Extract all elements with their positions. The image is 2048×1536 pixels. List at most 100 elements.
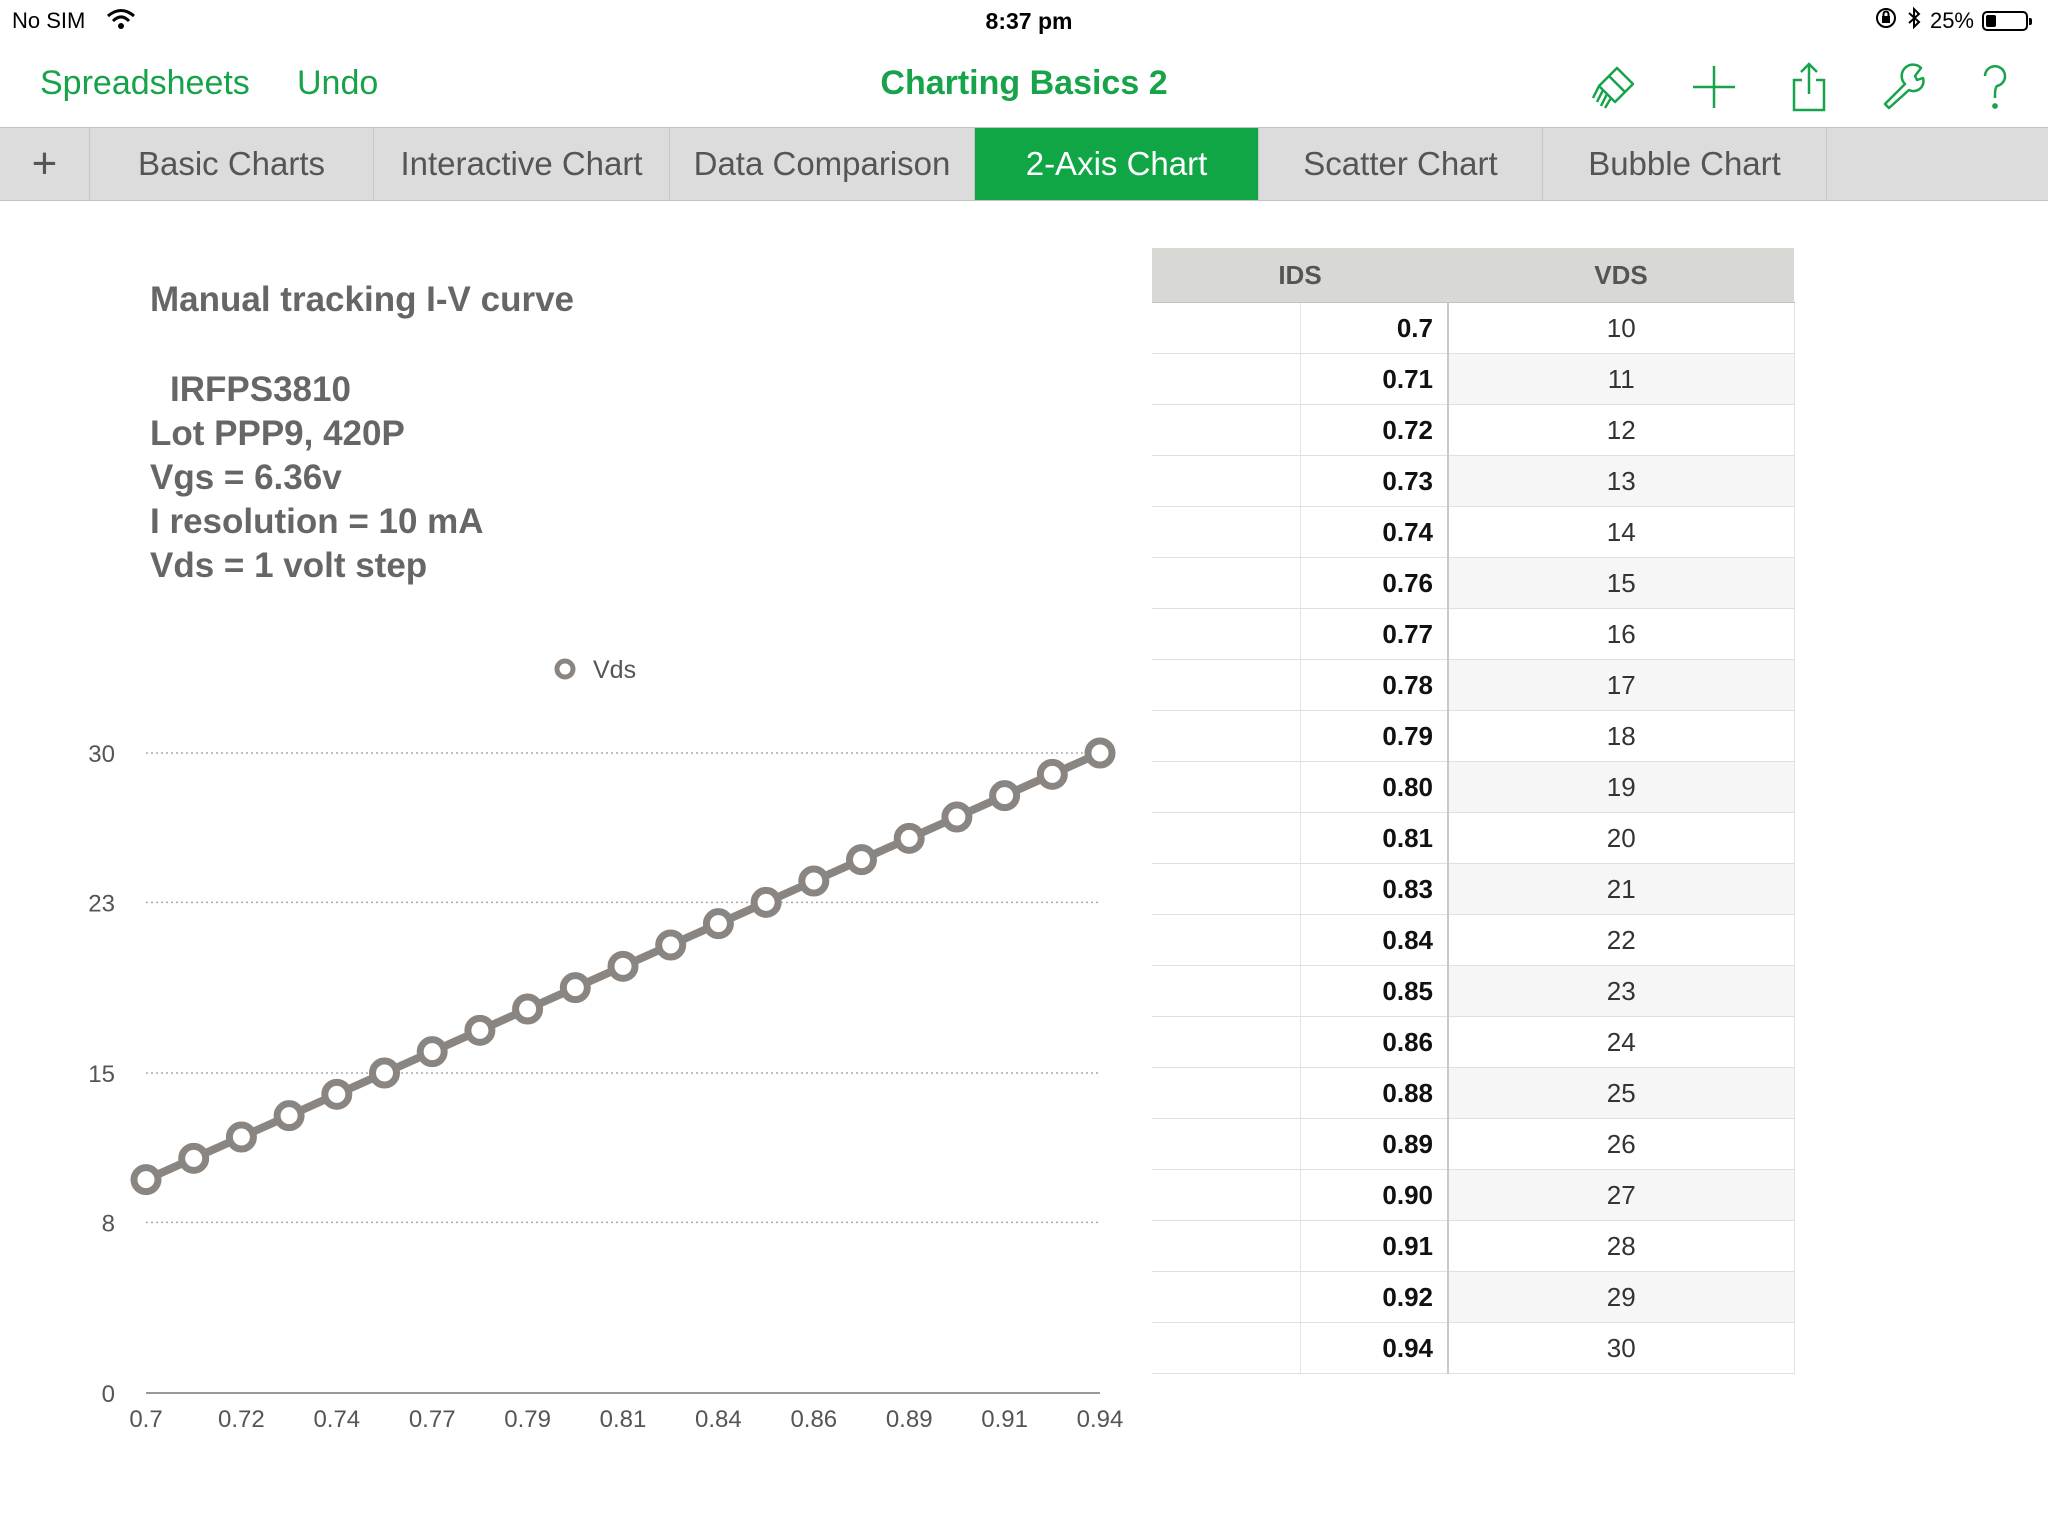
ids-cell[interactable]: 0.76: [1300, 557, 1449, 609]
table-row[interactable]: 0.92 29: [1152, 1271, 1795, 1323]
vds-cell[interactable]: 25: [1448, 1067, 1795, 1119]
ids-cell[interactable]: 0.88: [1300, 1067, 1449, 1119]
add-sheet-button[interactable]: +: [0, 128, 90, 200]
empty-cell[interactable]: [1152, 557, 1301, 609]
empty-cell[interactable]: [1152, 506, 1301, 558]
vds-cell[interactable]: 19: [1448, 761, 1795, 813]
vds-cell[interactable]: 29: [1448, 1271, 1795, 1323]
table-row[interactable]: 0.78 17: [1152, 659, 1795, 711]
vds-cell[interactable]: 28: [1448, 1220, 1795, 1272]
tab-data-comparison[interactable]: Data Comparison: [670, 128, 975, 200]
info-text-box[interactable]: Manual tracking I-V curve IRFPS3810 Lot …: [150, 280, 574, 588]
ids-cell[interactable]: 0.72: [1300, 404, 1449, 456]
empty-cell[interactable]: [1152, 1118, 1301, 1170]
column-header-vds[interactable]: VDS: [1448, 248, 1794, 303]
empty-cell[interactable]: [1152, 659, 1301, 711]
vds-cell[interactable]: 12: [1448, 404, 1795, 456]
empty-cell[interactable]: [1152, 761, 1301, 813]
empty-cell[interactable]: [1152, 1067, 1301, 1119]
table-row[interactable]: 0.7 10: [1152, 302, 1795, 354]
table-row[interactable]: 0.94 30: [1152, 1322, 1795, 1374]
ids-cell[interactable]: 0.85: [1300, 965, 1449, 1017]
table-row[interactable]: 0.74 14: [1152, 506, 1795, 558]
ids-cell[interactable]: 0.86: [1300, 1016, 1449, 1068]
table-row[interactable]: 0.72 12: [1152, 404, 1795, 456]
vds-cell[interactable]: 22: [1448, 914, 1795, 966]
vds-cell[interactable]: 27: [1448, 1169, 1795, 1221]
table-row[interactable]: 0.80 19: [1152, 761, 1795, 813]
empty-cell[interactable]: [1152, 710, 1301, 762]
ids-cell[interactable]: 0.81: [1300, 812, 1449, 864]
vds-cell[interactable]: 13: [1448, 455, 1795, 507]
empty-cell[interactable]: [1152, 1271, 1301, 1323]
table-row[interactable]: 0.71 11: [1152, 353, 1795, 405]
empty-cell[interactable]: [1152, 1016, 1301, 1068]
ids-cell[interactable]: 0.94: [1300, 1322, 1449, 1374]
vds-cell[interactable]: 10: [1448, 302, 1795, 354]
plus-icon[interactable]: [1687, 60, 1741, 114]
tab-scatter-chart[interactable]: Scatter Chart: [1259, 128, 1543, 200]
empty-cell[interactable]: [1152, 1169, 1301, 1221]
empty-cell[interactable]: [1152, 965, 1301, 1017]
ids-cell[interactable]: 0.73: [1300, 455, 1449, 507]
ids-cell[interactable]: 0.92: [1300, 1271, 1449, 1323]
help-icon[interactable]: [1968, 60, 2022, 114]
empty-cell[interactable]: [1152, 914, 1301, 966]
vds-cell[interactable]: 30: [1448, 1322, 1795, 1374]
table-row[interactable]: 0.90 27: [1152, 1169, 1795, 1221]
vds-cell[interactable]: 24: [1448, 1016, 1795, 1068]
ids-cell[interactable]: 0.77: [1300, 608, 1449, 660]
vds-cell[interactable]: 20: [1448, 812, 1795, 864]
empty-cell[interactable]: [1152, 608, 1301, 660]
empty-cell[interactable]: [1152, 1322, 1301, 1374]
table-row[interactable]: 0.84 22: [1152, 914, 1795, 966]
table-row[interactable]: 0.88 25: [1152, 1067, 1795, 1119]
empty-cell[interactable]: [1152, 404, 1301, 456]
vds-cell[interactable]: 14: [1448, 506, 1795, 558]
ids-cell[interactable]: 0.7: [1300, 302, 1449, 354]
column-header-ids[interactable]: IDS: [1152, 248, 1448, 303]
empty-cell[interactable]: [1152, 1220, 1301, 1272]
paintbrush-icon[interactable]: [1587, 60, 1641, 114]
ids-cell[interactable]: 0.80: [1300, 761, 1449, 813]
vds-cell[interactable]: 15: [1448, 557, 1795, 609]
vds-cell[interactable]: 26: [1448, 1118, 1795, 1170]
wrench-icon[interactable]: [1877, 60, 1931, 114]
ids-cell[interactable]: 0.89: [1300, 1118, 1449, 1170]
empty-cell[interactable]: [1152, 353, 1301, 405]
table-row[interactable]: 0.79 18: [1152, 710, 1795, 762]
table-row[interactable]: 0.83 21: [1152, 863, 1795, 915]
empty-cell[interactable]: [1152, 812, 1301, 864]
empty-cell[interactable]: [1152, 302, 1301, 354]
share-icon[interactable]: [1782, 60, 1836, 114]
table-row[interactable]: 0.89 26: [1152, 1118, 1795, 1170]
ids-cell[interactable]: 0.79: [1300, 710, 1449, 762]
tab-basic-charts[interactable]: Basic Charts: [90, 128, 374, 200]
table-row[interactable]: 0.76 15: [1152, 557, 1795, 609]
data-table[interactable]: IDS VDS 0.7 10 0.71 11 0.72 12 0.73 13 0.74 14 0.7…: [1152, 248, 1795, 1374]
ids-cell[interactable]: 0.90: [1300, 1169, 1449, 1221]
tab-interactive-chart[interactable]: Interactive Chart: [374, 128, 670, 200]
tab-2-axis-chart[interactable]: 2-Axis Chart: [975, 128, 1259, 200]
vds-cell[interactable]: 16: [1448, 608, 1795, 660]
empty-cell[interactable]: [1152, 455, 1301, 507]
table-row[interactable]: 0.86 24: [1152, 1016, 1795, 1068]
tab-bubble-chart[interactable]: Bubble Chart: [1543, 128, 1827, 200]
ids-cell[interactable]: 0.78: [1300, 659, 1449, 711]
ids-cell[interactable]: 0.74: [1300, 506, 1449, 558]
ids-cell[interactable]: 0.83: [1300, 863, 1449, 915]
table-row[interactable]: 0.85 23: [1152, 965, 1795, 1017]
table-row[interactable]: 0.91 28: [1152, 1220, 1795, 1272]
ids-cell[interactable]: 0.71: [1300, 353, 1449, 405]
table-row[interactable]: 0.81 20: [1152, 812, 1795, 864]
table-row[interactable]: 0.73 13: [1152, 455, 1795, 507]
vds-cell[interactable]: 23: [1448, 965, 1795, 1017]
vds-cell[interactable]: 11: [1448, 353, 1795, 405]
ids-cell[interactable]: 0.91: [1300, 1220, 1449, 1272]
vds-cell[interactable]: 21: [1448, 863, 1795, 915]
vds-cell[interactable]: 18: [1448, 710, 1795, 762]
ids-cell[interactable]: 0.84: [1300, 914, 1449, 966]
empty-cell[interactable]: [1152, 863, 1301, 915]
vds-cell[interactable]: 17: [1448, 659, 1795, 711]
table-row[interactable]: 0.77 16: [1152, 608, 1795, 660]
